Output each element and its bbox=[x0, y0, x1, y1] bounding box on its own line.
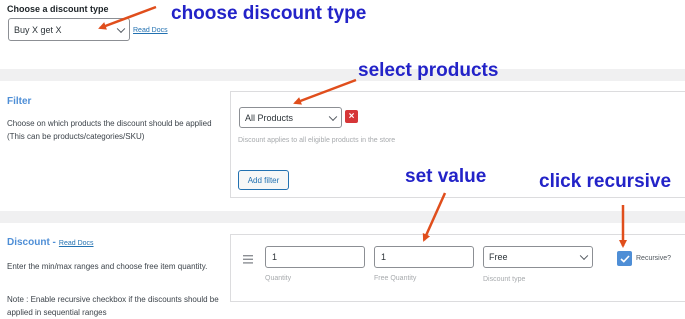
annotation-set-value: set value bbox=[405, 166, 487, 187]
arrow-choose-type bbox=[98, 5, 157, 30]
annotation-click-recursive: click recursive bbox=[539, 171, 672, 192]
annotation-choose-type: choose discount type bbox=[171, 3, 367, 24]
annotation-select-products: select products bbox=[358, 60, 499, 81]
arrow-set-value bbox=[422, 192, 447, 242]
arrow-select-products bbox=[293, 78, 357, 105]
annotation-arrows bbox=[98, 5, 627, 248]
